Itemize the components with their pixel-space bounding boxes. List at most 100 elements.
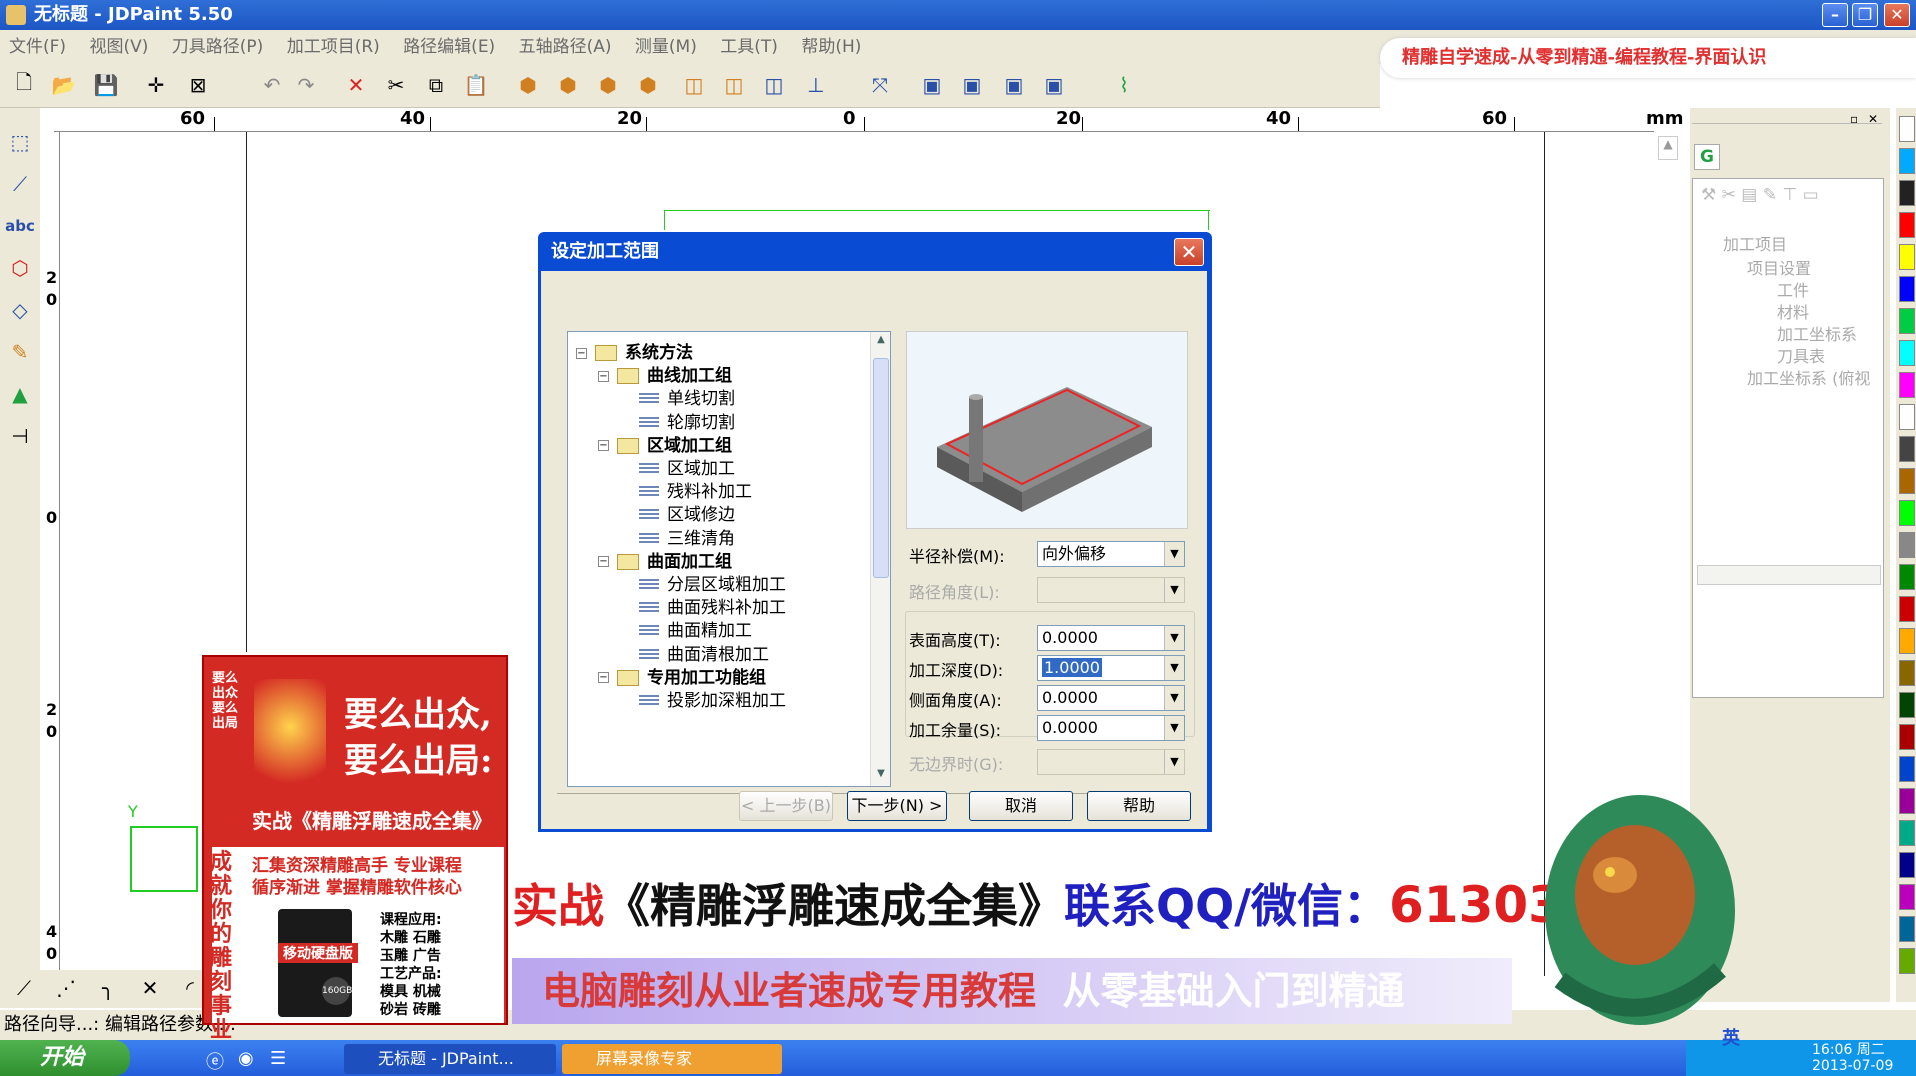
- tree-item[interactable]: 刀具表: [1777, 343, 1825, 367]
- radius-comp-select[interactable]: 向外偏移 ▼: [1037, 541, 1185, 567]
- color-swatch[interactable]: [1899, 308, 1915, 334]
- box-view-icon[interactable]: ▣: [918, 71, 946, 99]
- menu-help[interactable]: 帮助(H): [792, 30, 870, 64]
- tree-method[interactable]: 单线切割: [620, 384, 735, 409]
- box-view2-icon[interactable]: ▣: [958, 71, 986, 99]
- transform-icon[interactable]: ⤧: [866, 71, 894, 99]
- tree-item[interactable]: 加工项目: [1723, 231, 1787, 255]
- tree-method[interactable]: 分层区域粗加工: [620, 570, 786, 595]
- menu-measure[interactable]: 测量(M): [626, 30, 706, 64]
- minimize-button[interactable]: –: [1822, 3, 1848, 27]
- line-tool-icon[interactable]: ⟋: [10, 974, 38, 1002]
- menu-file[interactable]: 文件(F): [0, 30, 75, 64]
- tree-method[interactable]: 区域修边: [620, 500, 735, 525]
- scroll-up-icon[interactable]: ▲: [873, 334, 889, 352]
- axis-icon[interactable]: ⊥: [802, 71, 830, 99]
- scroll-up-icon[interactable]: ▲: [1658, 136, 1678, 160]
- view-iso3-icon[interactable]: ⬢: [594, 71, 622, 99]
- color-swatch[interactable]: [1899, 820, 1915, 846]
- tree-group[interactable]: − 曲面加工组: [598, 547, 732, 572]
- color-swatch[interactable]: [1899, 212, 1915, 238]
- color-swatch[interactable]: [1899, 148, 1915, 174]
- dropdown-arrow-icon[interactable]: ▼: [1164, 716, 1184, 740]
- color-swatch[interactable]: [1899, 564, 1915, 590]
- trim-icon[interactable]: ✕: [136, 974, 164, 1002]
- redo-icon[interactable]: ↷: [292, 71, 320, 99]
- collapse-icon[interactable]: −: [598, 370, 609, 382]
- tree-item[interactable]: 加工坐标系: [1777, 321, 1857, 345]
- color-swatch[interactable]: [1899, 436, 1915, 462]
- tree-method[interactable]: 曲面清根加工: [620, 640, 769, 665]
- crosshair-icon[interactable]: ✛: [142, 71, 170, 99]
- tree-icon[interactable]: ▲: [4, 378, 36, 410]
- undo-icon[interactable]: ↶: [258, 71, 286, 99]
- maximize-button[interactable]: ❐: [1852, 3, 1878, 27]
- panel-hscrollbar[interactable]: [1697, 565, 1881, 585]
- view-top-icon[interactable]: ◫: [720, 71, 748, 99]
- cancel-button[interactable]: 取消: [969, 791, 1073, 821]
- color-swatch[interactable]: [1899, 756, 1915, 782]
- color-swatch[interactable]: [1899, 116, 1915, 142]
- arc-tool-icon[interactable]: ◜: [176, 974, 204, 1002]
- panel-restore-icon[interactable]: ▫: [1850, 112, 1858, 126]
- fillet-icon[interactable]: ╮: [94, 974, 122, 1002]
- box-view4-icon[interactable]: ▣: [1040, 71, 1068, 99]
- panel-tab[interactable]: G: [1694, 144, 1720, 170]
- scroll-down-icon[interactable]: ▼: [873, 768, 889, 786]
- menu-path-edit[interactable]: 路径编辑(E): [394, 30, 504, 64]
- help-button[interactable]: 帮助: [1087, 791, 1191, 821]
- tree-method[interactable]: 三维清角: [620, 524, 735, 549]
- new-file-icon[interactable]: 🗋: [10, 70, 38, 99]
- surface-height-input[interactable]: 0.0000 ▼: [1037, 625, 1185, 651]
- tree-item[interactable]: 加工坐标系 (俯视: [1747, 365, 1870, 389]
- tree-method[interactable]: 曲面残料补加工: [620, 593, 786, 618]
- path-wizard-icon[interactable]: ⌇: [1110, 71, 1138, 99]
- view-iso-icon[interactable]: ⬢: [514, 71, 542, 99]
- browser-icon[interactable]: ◉: [238, 1048, 254, 1069]
- color-swatch[interactable]: [1899, 692, 1915, 718]
- color-swatch[interactable]: [1899, 948, 1915, 974]
- dropdown-arrow-icon[interactable]: ▼: [1164, 656, 1184, 680]
- copy-icon[interactable]: ⧉: [422, 71, 450, 99]
- select-node-icon[interactable]: ⬚: [4, 126, 36, 158]
- start-button[interactable]: 开始: [0, 1040, 130, 1076]
- ie-icon[interactable]: ⓔ: [206, 1048, 224, 1074]
- box-view3-icon[interactable]: ▣: [1000, 71, 1028, 99]
- collapse-icon[interactable]: −: [598, 556, 609, 568]
- tree-scrollbar[interactable]: ▲ ▼: [870, 332, 890, 786]
- tree-item[interactable]: 材料: [1777, 299, 1809, 323]
- depth-input[interactable]: 1.0000 ▼: [1037, 655, 1185, 681]
- color-swatch[interactable]: [1899, 628, 1915, 654]
- text-tool-icon[interactable]: abc: [4, 210, 36, 242]
- view-side-icon[interactable]: ◫: [760, 71, 788, 99]
- tree-group[interactable]: − 系统方法: [576, 338, 693, 363]
- panel-tool-icon[interactable]: ⚒ ✂ ▤ ✎ ⊤ ▭: [1701, 185, 1819, 205]
- cut-icon[interactable]: ✂: [382, 71, 410, 99]
- color-swatch[interactable]: [1899, 532, 1915, 558]
- node-tool-icon[interactable]: ⋰: [52, 974, 80, 1002]
- dropdown-arrow-icon[interactable]: ▼: [1164, 542, 1184, 566]
- tree-item[interactable]: 工件: [1777, 277, 1809, 301]
- tree-method[interactable]: 轮廓切割: [620, 408, 735, 433]
- quicklaunch-icon[interactable]: ☰: [270, 1048, 286, 1069]
- paste-icon[interactable]: 📋: [462, 71, 490, 99]
- draw-line-icon[interactable]: ⟋: [4, 168, 36, 200]
- allowance-input[interactable]: 0.0000 ▼: [1037, 715, 1185, 741]
- tree-group[interactable]: − 曲线加工组: [598, 361, 732, 386]
- window-select-icon[interactable]: ⊠: [184, 71, 212, 99]
- menu-tools[interactable]: 工具(T): [711, 30, 787, 64]
- collapse-icon[interactable]: −: [598, 672, 609, 684]
- tree-group[interactable]: − 专用加工功能组: [598, 663, 766, 688]
- color-swatch[interactable]: [1899, 916, 1915, 942]
- view-iso4-icon[interactable]: ⬢: [634, 71, 662, 99]
- color-swatch[interactable]: [1899, 660, 1915, 686]
- side-angle-input[interactable]: 0.0000 ▼: [1037, 685, 1185, 711]
- panel-close-icon[interactable]: ✕: [1868, 112, 1878, 126]
- ime-lang[interactable]: 英: [1722, 1024, 1740, 1050]
- color-swatch[interactable]: [1899, 788, 1915, 814]
- color-swatch[interactable]: [1899, 596, 1915, 622]
- menu-five-axis[interactable]: 五轴路径(A): [510, 30, 621, 64]
- next-step-button[interactable]: 下一步(N) >: [847, 791, 947, 821]
- color-swatch[interactable]: [1899, 372, 1915, 398]
- color-swatch[interactable]: [1899, 852, 1915, 878]
